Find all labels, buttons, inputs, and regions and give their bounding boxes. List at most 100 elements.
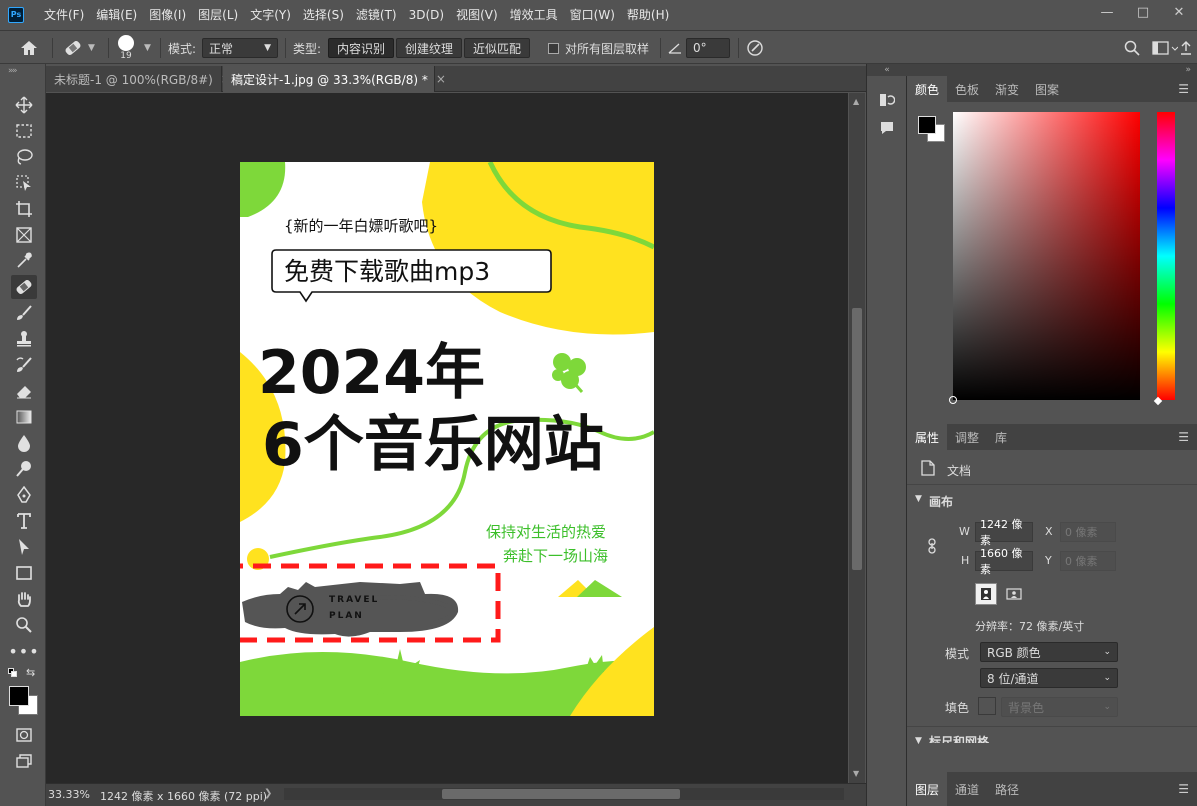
color-picker-handle[interactable] bbox=[949, 396, 957, 404]
zoom-tool-icon[interactable] bbox=[11, 613, 37, 637]
collapse-icon[interactable]: » bbox=[12, 66, 18, 76]
panel-foreground-swatch[interactable] bbox=[918, 116, 936, 134]
menu-file[interactable]: 文件(F) bbox=[38, 0, 90, 30]
hand-tool-icon[interactable] bbox=[11, 587, 37, 611]
comments-panel-icon[interactable] bbox=[879, 120, 895, 139]
tab-gradients[interactable]: 渐变 bbox=[987, 76, 1027, 102]
y-input[interactable]: 0 像素 bbox=[1060, 551, 1116, 571]
menu-layer[interactable]: 图层(L) bbox=[192, 0, 244, 30]
color-field[interactable] bbox=[949, 112, 1140, 404]
panel-menu-icon[interactable]: ☰ bbox=[1178, 82, 1189, 96]
pressure-size-icon[interactable] bbox=[746, 31, 764, 65]
vertical-scroll-thumb[interactable] bbox=[852, 308, 862, 570]
stamp-tool-icon[interactable] bbox=[11, 327, 37, 351]
foreground-color-swatch[interactable] bbox=[9, 686, 29, 706]
tab-channels[interactable]: 通道 bbox=[947, 772, 987, 806]
type-tool-icon[interactable] bbox=[11, 509, 37, 533]
close-tab-icon[interactable]: × bbox=[436, 72, 446, 86]
menu-window[interactable]: 窗口(W) bbox=[564, 0, 621, 30]
horizontal-scrollbar[interactable] bbox=[284, 788, 844, 800]
vertical-scrollbar[interactable]: ▲ ▼ bbox=[849, 93, 865, 783]
section-chevron-icon[interactable]: ▼ bbox=[915, 494, 922, 504]
tab-paths[interactable]: 路径 bbox=[987, 772, 1027, 806]
x-input[interactable]: 0 像素 bbox=[1060, 522, 1116, 542]
hue-slider[interactable] bbox=[1153, 112, 1175, 406]
bit-depth-select[interactable]: 8 位/通道 ⌄ bbox=[980, 668, 1118, 688]
canvas-area[interactable]: {新的一年白嫖听歌吧} 免费下载歌曲mp3 2024年 6个音乐网站 保持对生活… bbox=[46, 93, 848, 783]
create-texture-button[interactable]: 创建纹理 bbox=[396, 38, 463, 58]
workspace-icon[interactable] bbox=[1152, 31, 1178, 65]
move-tool-icon[interactable] bbox=[11, 93, 37, 117]
dodge-tool-icon[interactable] bbox=[11, 457, 37, 481]
width-input[interactable]: 1242 像素 bbox=[975, 518, 1033, 547]
share-icon[interactable] bbox=[1180, 31, 1192, 65]
status-menu-icon[interactable]: ❯ bbox=[264, 788, 272, 799]
panel-menu-icon[interactable]: ☰ bbox=[1178, 782, 1189, 796]
tab-swatches[interactable]: 色板 bbox=[947, 76, 987, 102]
menu-filter[interactable]: 滤镜(T) bbox=[350, 0, 403, 30]
close-button[interactable]: ✕ bbox=[1161, 0, 1197, 24]
lasso-tool-icon[interactable] bbox=[11, 145, 37, 169]
home-icon[interactable] bbox=[20, 31, 38, 65]
tab-untitled[interactable]: 未标题-1 @ 100%(RGB/8#)× bbox=[46, 66, 231, 92]
brush-chevron-icon[interactable]: ▼ bbox=[144, 31, 151, 65]
marquee-tool-icon[interactable] bbox=[11, 119, 37, 143]
default-colors-icon[interactable] bbox=[8, 668, 17, 677]
brush-size-picker[interactable]: 19 bbox=[118, 31, 134, 65]
spot-healing-brush-tool-icon[interactable] bbox=[11, 275, 37, 299]
crop-tool-icon[interactable] bbox=[11, 197, 37, 221]
rulers-chevron-icon[interactable]: ▼ bbox=[915, 736, 922, 746]
landscape-orientation-button[interactable] bbox=[1003, 583, 1025, 605]
menu-edit[interactable]: 编辑(E) bbox=[90, 0, 143, 30]
more-tools-icon[interactable]: ••• bbox=[8, 639, 38, 663]
menu-image[interactable]: 图像(I) bbox=[143, 0, 192, 30]
scroll-down-icon[interactable]: ▼ bbox=[853, 769, 859, 778]
canvas-section-title[interactable]: 画布 bbox=[929, 493, 953, 510]
pen-tool-icon[interactable] bbox=[11, 483, 37, 507]
portrait-orientation-button[interactable] bbox=[975, 583, 997, 605]
menu-3d[interactable]: 3D(D) bbox=[403, 0, 450, 30]
height-input[interactable]: 1660 像素 bbox=[975, 547, 1033, 576]
history-panel-icon[interactable] bbox=[879, 92, 896, 111]
rulers-section-title[interactable]: 标尺和网格 bbox=[929, 733, 989, 743]
menu-select[interactable]: 选择(S) bbox=[297, 0, 350, 30]
menu-type[interactable]: 文字(Y) bbox=[244, 0, 297, 30]
mode-select[interactable]: 正常 ▼ bbox=[202, 38, 278, 58]
restore-button[interactable]: □ bbox=[1125, 0, 1161, 24]
tab-adjustments[interactable]: 调整 bbox=[947, 424, 987, 450]
panel-menu-icon[interactable]: ☰ bbox=[1178, 430, 1189, 444]
swap-colors-icon[interactable]: ⇆ bbox=[26, 666, 35, 679]
document-canvas[interactable]: {新的一年白嫖听歌吧} 免费下载歌曲mp3 2024年 6个音乐网站 保持对生活… bbox=[240, 162, 654, 716]
menu-help[interactable]: 帮助(H) bbox=[621, 0, 675, 30]
tab-layers[interactable]: 图层 bbox=[907, 772, 948, 806]
sample-all-checkbox[interactable] bbox=[548, 42, 559, 54]
tab-properties[interactable]: 属性 bbox=[907, 424, 948, 450]
tab-patterns[interactable]: 图案 bbox=[1027, 76, 1067, 102]
chevron-down-icon[interactable]: ▼ bbox=[88, 43, 95, 53]
gradient-tool-icon[interactable] bbox=[11, 405, 37, 429]
history-brush-tool-icon[interactable] bbox=[11, 353, 37, 377]
blur-tool-icon[interactable] bbox=[11, 431, 37, 455]
path-select-tool-icon[interactable] bbox=[11, 535, 37, 559]
fill-swatch[interactable] bbox=[978, 697, 996, 715]
tab-libraries[interactable]: 库 bbox=[987, 424, 1015, 450]
healing-brush-preset-icon[interactable]: ▼ bbox=[62, 31, 95, 65]
minimize-button[interactable]: — bbox=[1089, 0, 1125, 24]
angle-input[interactable]: 0° bbox=[686, 38, 730, 58]
proximity-match-button[interactable]: 近似匹配 bbox=[464, 38, 531, 58]
expand-panels-icon[interactable]: « bbox=[867, 64, 907, 76]
content-aware-button[interactable]: 内容识别 bbox=[328, 38, 395, 58]
screen-mode-icon[interactable] bbox=[11, 749, 37, 773]
brush-tool-icon[interactable] bbox=[11, 301, 37, 325]
object-select-tool-icon[interactable] bbox=[11, 171, 37, 195]
eyedropper-tool-icon[interactable] bbox=[11, 249, 37, 273]
eraser-tool-icon[interactable] bbox=[11, 379, 37, 403]
zoom-level[interactable]: 33.33% bbox=[48, 788, 90, 801]
fill-select[interactable]: 背景色 ⌄ bbox=[1001, 697, 1118, 717]
horizontal-scroll-thumb[interactable] bbox=[442, 789, 680, 799]
collapse-panels-icon[interactable]: » bbox=[907, 64, 1197, 76]
search-icon[interactable] bbox=[1124, 31, 1140, 65]
link-dimensions-icon[interactable] bbox=[927, 538, 937, 557]
quick-mask-icon[interactable] bbox=[11, 723, 37, 747]
menu-view[interactable]: 视图(V) bbox=[450, 0, 504, 30]
